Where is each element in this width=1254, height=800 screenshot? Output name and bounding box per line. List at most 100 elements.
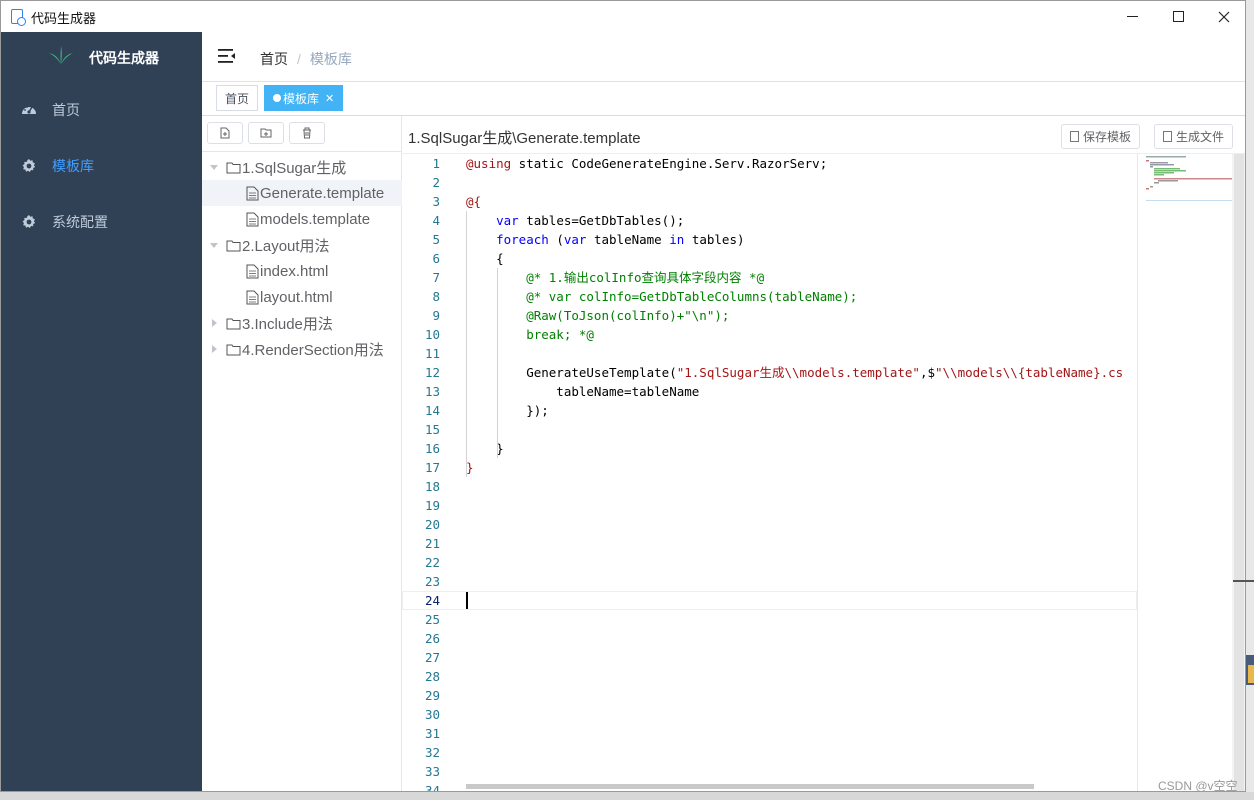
- line-number: 16: [424, 441, 440, 456]
- caret-down-icon[interactable]: [210, 163, 218, 171]
- tree-file-layout[interactable]: layout.html: [202, 284, 402, 310]
- sidebar-item-label: 模板库: [52, 158, 94, 174]
- code-line: tableName=tableName: [466, 384, 700, 399]
- line-number: 17: [424, 460, 440, 475]
- close-button[interactable]: [1201, 1, 1245, 32]
- minimize-button[interactable]: [1109, 1, 1155, 32]
- line-number: 22: [424, 555, 440, 570]
- sidebar-logo[interactable]: 代码生成器: [1, 32, 202, 82]
- line-number: 5: [432, 232, 440, 247]
- tree-label: models.template: [260, 210, 371, 228]
- file-toolbar: [202, 116, 402, 152]
- sidebar-item-label: 首页: [52, 102, 80, 118]
- line-number: 30: [424, 707, 440, 722]
- new-file-icon: [220, 127, 230, 139]
- tree-folder-layout[interactable]: 2.Layout用法: [202, 232, 402, 258]
- tree-file-index[interactable]: index.html: [202, 258, 402, 284]
- minimap-slider[interactable]: [1146, 200, 1234, 201]
- horizontal-scrollbar[interactable]: [466, 784, 1034, 789]
- line-number: 11: [424, 346, 440, 361]
- gear-icon: [22, 215, 36, 228]
- tree-folder-sqlsugar[interactable]: 1.SqlSugar生成: [202, 154, 402, 180]
- new-folder-button[interactable]: [248, 122, 284, 144]
- tag-label: 首页: [225, 91, 250, 106]
- tree-file-models[interactable]: models.template: [202, 206, 402, 232]
- line-number: 25: [424, 612, 440, 627]
- breadcrumb-separator: /: [297, 51, 301, 67]
- line-number-gutter: 1 2 3 4 5 6 7 8 9 10 11 12 13 14 15 16 17 18 19 20 21 22 23 24 2…: [402, 154, 466, 791]
- line-number: 21: [424, 536, 440, 551]
- breadcrumb-home[interactable]: 首页: [260, 51, 288, 67]
- tree-file-generate[interactable]: Generate.template: [202, 180, 402, 206]
- active-dot-icon: [273, 94, 281, 102]
- breadcrumb: 首页 / 模板库: [260, 49, 352, 69]
- line-number: 4: [432, 213, 440, 228]
- line-number: 2: [432, 175, 440, 190]
- new-file-button[interactable]: [207, 122, 243, 144]
- line-number: 24: [424, 593, 440, 608]
- line-number: 31: [424, 726, 440, 741]
- line-number: 9: [432, 308, 440, 323]
- breadcrumb-current: 模板库: [309, 51, 352, 67]
- tree-folder-rendersection[interactable]: 4.RenderSection用法: [202, 336, 402, 362]
- code-line: @{: [466, 194, 482, 209]
- line-number: 23: [424, 574, 440, 589]
- leaf-logo-icon: [49, 46, 73, 64]
- generate-file-button[interactable]: 生成文件: [1154, 124, 1234, 149]
- tree-label: layout.html: [260, 288, 333, 306]
- line-number: 20: [424, 517, 440, 532]
- desktop-background: [1233, 580, 1254, 582]
- save-icon: [1070, 131, 1079, 142]
- line-number: 32: [424, 745, 440, 760]
- close-icon: [1218, 11, 1230, 22]
- code-editor[interactable]: 1 2 3 4 5 6 7 8 9 10 11 12 13 14 15 16 17 18 19 20 21 22 23 24 2…: [402, 154, 1245, 791]
- line-number: 7: [432, 270, 440, 285]
- title-bar: 代码生成器: [1, 1, 1245, 32]
- tag-close-icon[interactable]: ✕: [325, 92, 334, 105]
- scrollbar-thumb[interactable]: [1234, 154, 1244, 791]
- hamburger-icon[interactable]: [218, 48, 236, 64]
- code-line: var tables=GetDbTables();: [496, 213, 685, 228]
- line-number: 3: [432, 194, 440, 209]
- folder-icon: [226, 344, 241, 355]
- code-line: @* 1.输出colInfo查询具体字段内容 *@: [466, 270, 765, 285]
- code-line: });: [466, 403, 549, 418]
- caret-right-icon[interactable]: [210, 345, 218, 353]
- vertical-scrollbar[interactable]: [1232, 154, 1245, 791]
- minimap[interactable]: [1137, 154, 1245, 791]
- tree-folder-include[interactable]: 3.Include用法: [202, 310, 402, 336]
- line-number: 10: [424, 327, 440, 342]
- tag-templates[interactable]: 模板库 ✕: [264, 85, 344, 111]
- generate-file-label: 生成文件: [1176, 130, 1225, 144]
- line-number: 8: [432, 289, 440, 304]
- line-number: 1: [432, 156, 440, 171]
- current-line-highlight: [402, 591, 1137, 610]
- indent-guide: [466, 211, 467, 477]
- caret-right-icon[interactable]: [210, 319, 218, 327]
- tag-label: 模板库: [283, 91, 320, 106]
- folder-icon: [226, 240, 241, 251]
- file-icon: [246, 212, 259, 226]
- delete-button[interactable]: [289, 122, 325, 144]
- file-icon: [246, 186, 259, 200]
- caret-down-icon[interactable]: [210, 241, 218, 249]
- code-line: GenerateUseTemplate("1.SqlSugar生成\\model…: [466, 365, 1124, 380]
- tags-view: 首页 模板库 ✕: [202, 82, 1245, 116]
- sidebar-item-home[interactable]: 首页: [1, 82, 202, 138]
- save-template-label: 保存模板: [1083, 130, 1132, 144]
- save-template-button[interactable]: 保存模板: [1061, 124, 1141, 149]
- trash-icon: [303, 127, 311, 139]
- tree-label: 1.SqlSugar生成: [242, 159, 347, 177]
- code-line: @* var colInfo=GetDbTableColumns(tableNa…: [466, 289, 858, 304]
- sidebar-item-templates[interactable]: 模板库: [1, 138, 202, 194]
- tag-home[interactable]: 首页: [216, 85, 259, 111]
- maximize-button[interactable]: [1155, 1, 1201, 32]
- code-line: {: [466, 251, 504, 266]
- new-folder-icon: [260, 128, 272, 138]
- tree-label: index.html: [260, 262, 329, 280]
- sidebar-item-settings[interactable]: 系统配置: [1, 194, 202, 250]
- document-icon: [1163, 131, 1172, 142]
- app-window: 代码生成器 代码生成器 首页 模板库 系统配置 首页 / 模板库 首页 模板库 …: [0, 0, 1246, 792]
- app-icon: [11, 9, 26, 26]
- editor-panel: 1.SqlSugar生成\Generate.template 保存模板 生成文件…: [402, 116, 1245, 791]
